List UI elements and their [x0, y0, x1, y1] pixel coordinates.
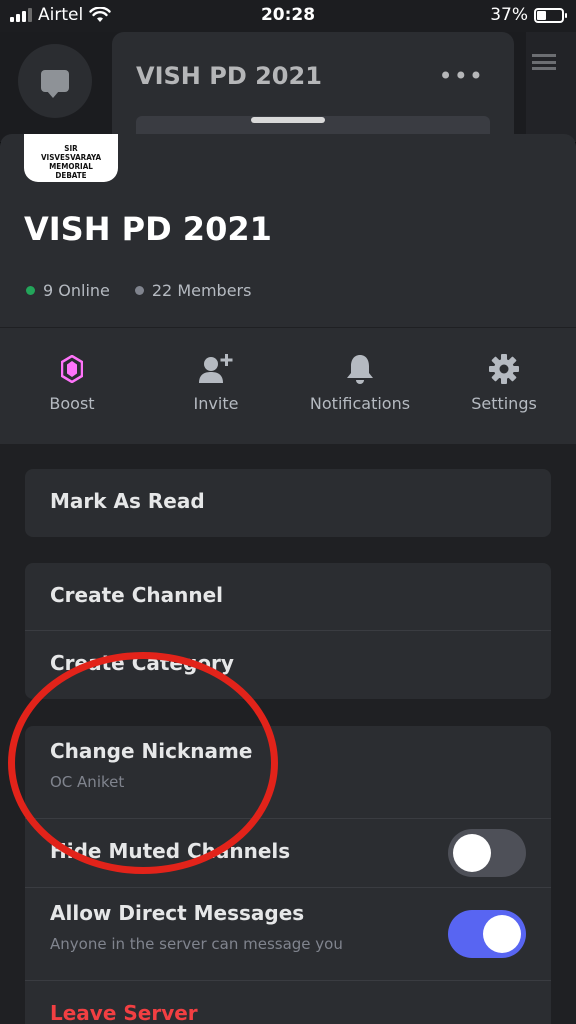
mark-as-read-label: Mark As Read: [50, 489, 205, 513]
create-category-label: Create Category: [50, 651, 234, 675]
member-count: 22 Members: [151, 281, 252, 300]
direct-messages-button[interactable]: [18, 44, 92, 118]
settings-label: Settings: [471, 394, 537, 413]
leave-server-item[interactable]: Leave Server: [25, 981, 551, 1024]
online-count: 9 Online: [43, 281, 110, 300]
server-icon: SIR VISVESVARAYA MEMORIAL DEBATE: [24, 134, 118, 182]
background-server-title: VISH PD 2021: [136, 62, 322, 90]
battery-icon: [534, 7, 567, 23]
sheet-grabber[interactable]: [251, 117, 325, 123]
notifications-button[interactable]: Notifications: [288, 328, 432, 444]
menu-icon[interactable]: [532, 54, 556, 70]
members-dot-icon: [134, 286, 144, 295]
boost-gem-icon: [61, 355, 83, 383]
options-group-user: Change Nickname OC Aniket Hide Muted Cha…: [25, 726, 551, 1024]
current-nickname: OC Aniket: [50, 773, 125, 791]
create-channel-item[interactable]: Create Channel: [25, 563, 551, 631]
server-options-sheet: SIR VISVESVARAYA MEMORIAL DEBATE VISH PD…: [0, 134, 576, 1024]
server-name: VISH PD 2021: [24, 210, 272, 248]
quick-actions: Boost Invite Notifications Settings: [0, 328, 576, 444]
status-right: 37%: [490, 5, 567, 25]
boost-label: Boost: [49, 394, 95, 413]
chat-bubble-icon: [41, 70, 69, 98]
allow-direct-messages-toggle[interactable]: [448, 910, 526, 958]
hide-muted-channels-item[interactable]: Hide Muted Channels: [25, 819, 551, 888]
online-dot-icon: [26, 286, 35, 295]
leave-server-label: Leave Server: [50, 1001, 198, 1024]
options-group-create: Create Channel Create Category: [25, 563, 551, 699]
options-group-read: Mark As Read: [25, 469, 551, 537]
create-channel-label: Create Channel: [50, 583, 223, 607]
add-user-icon: [199, 354, 233, 383]
battery-percent: 37%: [490, 5, 528, 25]
hide-muted-channels-toggle[interactable]: [448, 829, 526, 877]
status-bar: Airtel 20:28 37%: [0, 0, 576, 32]
member-panel-edge: [526, 32, 576, 142]
gear-icon: [489, 354, 519, 384]
change-nickname-item[interactable]: Change Nickname OC Aniket: [25, 726, 551, 819]
hide-muted-channels-label: Hide Muted Channels: [50, 839, 291, 863]
allow-direct-messages-item[interactable]: Allow Direct Messages Anyone in the serv…: [25, 888, 551, 981]
boost-button[interactable]: Boost: [0, 328, 144, 444]
server-stats: 9 Online 22 Members: [26, 281, 251, 300]
notifications-label: Notifications: [309, 394, 411, 413]
options-list: Mark As Read Create Channel Create Categ…: [0, 444, 576, 1024]
change-nickname-label: Change Nickname: [50, 739, 253, 763]
allow-direct-messages-label: Allow Direct Messages: [50, 901, 305, 925]
settings-button[interactable]: Settings: [432, 328, 576, 444]
background-screen: VISH PD 2021 •••: [0, 32, 576, 146]
bell-icon: [347, 355, 373, 384]
invite-button[interactable]: Invite: [144, 328, 288, 444]
invite-label: Invite: [193, 394, 239, 413]
create-category-item[interactable]: Create Category: [25, 631, 551, 699]
allow-direct-messages-description: Anyone in the server can message you: [50, 935, 343, 953]
mark-as-read-item[interactable]: Mark As Read: [25, 469, 551, 537]
channel-panel: VISH PD 2021 •••: [112, 32, 514, 146]
ellipsis-icon[interactable]: •••: [439, 62, 484, 90]
